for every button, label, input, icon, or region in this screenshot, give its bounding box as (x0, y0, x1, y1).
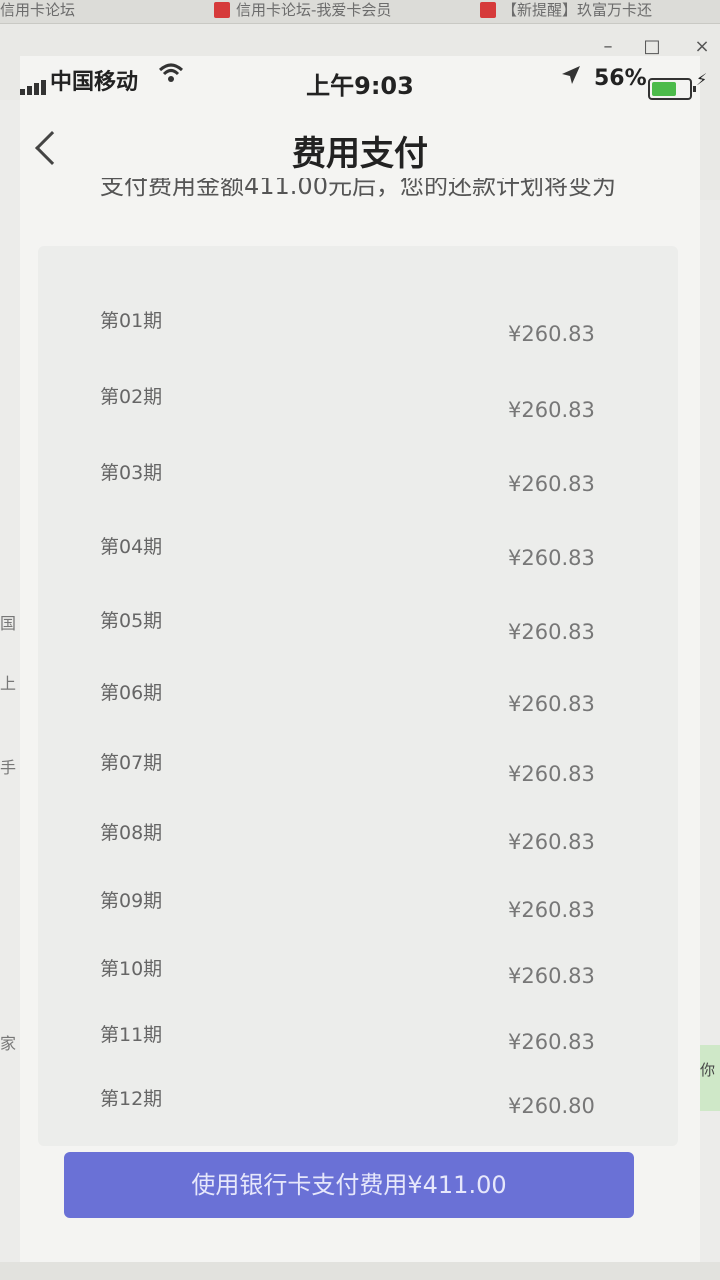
battery-icon (648, 78, 696, 100)
page-title: 费用支付 (292, 134, 428, 174)
list-item: 第01期 ¥260.83 (38, 296, 678, 356)
browser-tab[interactable]: 信用卡论坛 (0, 0, 76, 23)
period-amount: ¥260.83 (508, 898, 595, 922)
list-item: 第06期 ¥260.83 (38, 668, 678, 728)
period-label: 第03期 (100, 462, 163, 484)
pay-with-bank-card-button[interactable]: 使用银行卡支付费用¥411.00 (64, 1152, 634, 1218)
period-amount: ¥260.80 (508, 1094, 595, 1118)
background-window-left: 国 上 手 家 (0, 100, 22, 1280)
period-label: 第04期 (100, 536, 163, 558)
list-item: 第02期 ¥260.83 (38, 372, 678, 432)
list-item: 第09期 ¥260.83 (38, 876, 678, 936)
site-favicon-icon (214, 2, 230, 18)
period-label: 第01期 (100, 310, 163, 332)
background-text: 手 (0, 758, 17, 777)
browser-tab[interactable]: 信用卡论坛-我爱卡会员 (214, 0, 392, 23)
period-amount: ¥260.83 (508, 762, 595, 786)
close-window-button[interactable]: × (690, 36, 714, 57)
list-item: 第12期 ¥260.80 (38, 1076, 678, 1136)
site-favicon-icon (480, 2, 496, 18)
period-amount: ¥260.83 (508, 964, 595, 988)
period-label: 第07期 (100, 752, 163, 774)
period-amount: ¥260.83 (508, 830, 595, 854)
period-amount: ¥260.83 (508, 692, 595, 716)
period-amount: ¥260.83 (508, 546, 595, 570)
battery-percent: 56% (594, 66, 647, 91)
status-bar: 中国移动 上午9:03 56% ⚡ (20, 56, 707, 112)
background-text: 上 (0, 674, 17, 693)
navigation-bar: 费用支付 (20, 116, 700, 186)
location-arrow-icon (560, 64, 582, 92)
browser-tab[interactable]: 【新提醒】玖富万卡还 (480, 0, 653, 23)
list-item: 第10期 ¥260.83 (38, 944, 678, 1004)
list-item: 第05期 ¥260.83 (38, 596, 678, 656)
minimize-button[interactable]: – (596, 36, 620, 57)
browser-tab-strip: 信用卡论坛 信用卡论坛-我爱卡会员 【新提醒】玖富万卡还 (0, 0, 720, 24)
tab-label: 信用卡论坛-我爱卡会员 (236, 1, 392, 19)
background-text: 国 (0, 614, 17, 633)
tab-label: 【新提醒】玖富万卡还 (502, 1, 653, 19)
intro-text: 支付费用金额411.00元后，您的还款计划将变为 (100, 178, 616, 200)
background-text: 家 (0, 1034, 17, 1053)
maximize-button[interactable]: □ (640, 36, 664, 57)
period-amount: ¥260.83 (508, 1030, 595, 1054)
period-label: 第11期 (100, 1024, 163, 1046)
list-item: 第11期 ¥260.83 (38, 1012, 678, 1072)
repayment-plan-card: 第01期 ¥260.83 第02期 ¥260.83 第03期 ¥260.83 第… (38, 246, 678, 1146)
charging-bolt-icon: ⚡ (696, 70, 708, 89)
period-label: 第06期 (100, 682, 163, 704)
period-label: 第10期 (100, 958, 163, 980)
period-label: 第09期 (100, 890, 163, 912)
list-item: 第04期 ¥260.83 (38, 522, 678, 582)
desktop-bottom-bar (0, 1262, 720, 1280)
list-item: 第08期 ¥260.83 (38, 808, 678, 868)
period-amount: ¥260.83 (508, 322, 595, 346)
period-amount: ¥260.83 (508, 398, 595, 422)
phone-screen: 中国移动 上午9:03 56% ⚡ 费用支付 支付费用金额411.00元后，您的… (20, 56, 707, 1280)
list-item: 第03期 ¥260.83 (38, 448, 678, 508)
period-label: 第05期 (100, 610, 163, 632)
tab-label: 信用卡论坛 (0, 1, 76, 19)
period-amount: ¥260.83 (508, 620, 595, 644)
period-amount: ¥260.83 (508, 472, 595, 496)
period-label: 第12期 (100, 1088, 163, 1110)
period-label: 第08期 (100, 822, 163, 844)
period-label: 第02期 (100, 386, 163, 408)
list-item: 第07期 ¥260.83 (38, 738, 678, 798)
